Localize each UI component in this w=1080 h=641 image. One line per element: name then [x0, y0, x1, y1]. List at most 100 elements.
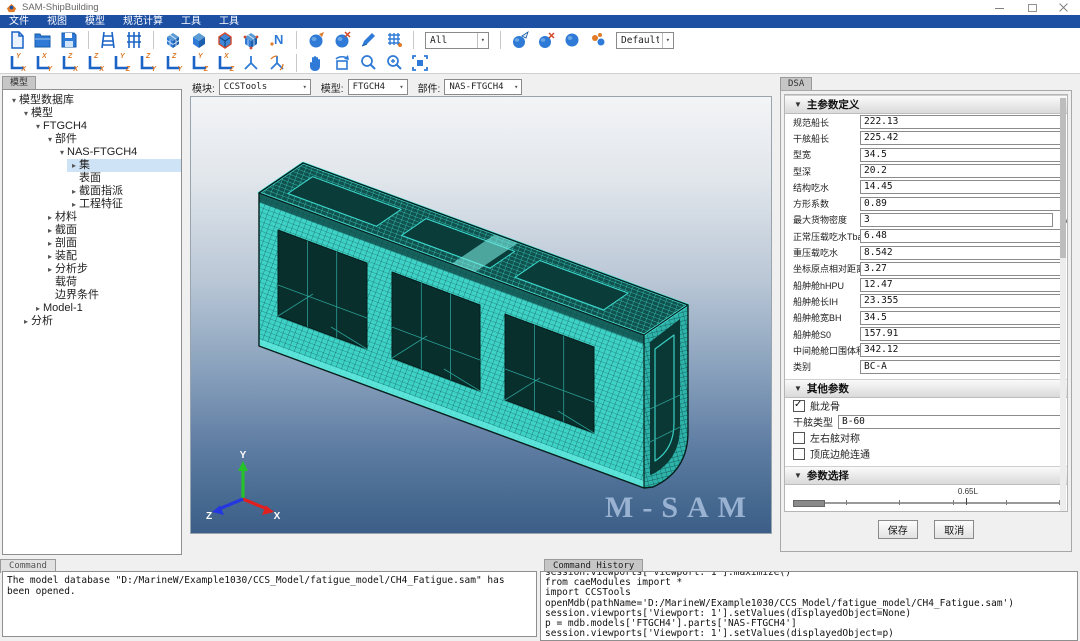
- element-filter-combo[interactable]: All▾: [425, 32, 489, 49]
- fit-view-icon[interactable]: [410, 53, 430, 73]
- section-header-main-params[interactable]: ▼ 主参数定义: [785, 95, 1067, 114]
- menu-item[interactable]: 工具: [210, 15, 248, 28]
- vertex-sphere-edit-icon[interactable]: [332, 30, 352, 50]
- minimize-button[interactable]: [984, 0, 1016, 15]
- scrollbar-thumb[interactable]: [1060, 98, 1066, 258]
- tree-item[interactable]: ▾ 模型: [3, 107, 181, 120]
- open-file-icon[interactable]: [33, 30, 53, 50]
- tree-item[interactable]: 载荷: [3, 276, 181, 289]
- mesh-cube-icon[interactable]: [163, 30, 183, 50]
- 3d-viewport[interactable]: Y X Z M-SAM: [190, 96, 772, 534]
- parameter-input[interactable]: 225.42: [860, 131, 1061, 145]
- tree-item[interactable]: ▾ 部件: [3, 133, 181, 146]
- checkbox[interactable]: [793, 432, 805, 444]
- pan-hand-icon[interactable]: [306, 53, 326, 73]
- menu-item[interactable]: 模型: [76, 15, 114, 28]
- mesh-grid-icon[interactable]: [384, 30, 404, 50]
- tree-expand-arrow[interactable]: ▸: [69, 185, 79, 198]
- parameter-input[interactable]: 342.12: [860, 343, 1061, 357]
- menu-item[interactable]: 规范计算: [114, 15, 172, 28]
- parameter-input[interactable]: 0.89: [860, 197, 1061, 211]
- menu-item[interactable]: 工具: [172, 15, 210, 28]
- parameter-input[interactable]: 6.48: [860, 229, 1061, 243]
- tree-item[interactable]: ▸ 剖面: [3, 237, 181, 250]
- zoom-in-icon[interactable]: [384, 53, 404, 73]
- message-panel[interactable]: The model database "D:/MarineW/Example10…: [2, 571, 537, 637]
- menu-item[interactable]: 视图: [38, 15, 76, 28]
- part-combo[interactable]: NAS-FTGCH4 ▾: [444, 79, 522, 95]
- tree-expand-arrow[interactable]: ▸: [45, 237, 55, 250]
- tree-expand-arrow[interactable]: ▸: [69, 198, 79, 211]
- sphere-plain-icon[interactable]: [562, 30, 582, 50]
- parameter-input[interactable]: 8.542: [860, 246, 1061, 260]
- tree-item[interactable]: ▸ 工程特征: [3, 198, 181, 211]
- parameter-input[interactable]: 3: [860, 213, 1053, 227]
- mesh-cube-marked-icon[interactable]: [241, 30, 261, 50]
- tree-expand-arrow[interactable]: ▾: [57, 146, 67, 159]
- parameter-input[interactable]: 20.2: [860, 164, 1061, 178]
- view-top-icon[interactable]: ZX: [59, 53, 79, 73]
- save-button[interactable]: 保存: [878, 520, 918, 539]
- tree-expand-arrow[interactable]: ▾: [45, 133, 55, 146]
- module-combo[interactable]: CCSTools ▾: [219, 79, 311, 95]
- checkbox[interactable]: [793, 400, 805, 412]
- parameter-input[interactable]: 23.355: [860, 294, 1061, 308]
- color-points-icon[interactable]: [588, 30, 608, 50]
- tree-item[interactable]: 表面: [3, 172, 181, 185]
- save-icon[interactable]: [59, 30, 79, 50]
- tree-item[interactable]: ▾ FTGCH4: [3, 120, 181, 133]
- tree-expand-arrow[interactable]: ▸: [45, 250, 55, 263]
- parameter-input[interactable]: 34.5: [860, 311, 1061, 325]
- tree-expand-arrow[interactable]: ▸: [45, 224, 55, 237]
- tree-item[interactable]: ▾ 模型数据库: [3, 94, 181, 107]
- tree-expand-arrow[interactable]: ▸: [45, 211, 55, 224]
- render-style-combo[interactable]: Default▾: [616, 32, 674, 49]
- edit-pencil-icon[interactable]: [358, 30, 378, 50]
- sphere-move-icon[interactable]: [510, 30, 530, 50]
- section-header-other-params[interactable]: ▼ 其他参数: [785, 379, 1067, 398]
- tree-item[interactable]: ▸ 集: [3, 159, 181, 172]
- rotate-view-icon[interactable]: [332, 53, 352, 73]
- view-front-icon[interactable]: YX: [7, 53, 27, 73]
- view-left-icon[interactable]: YZ: [111, 53, 131, 73]
- view-iso1-icon[interactable]: ZY: [163, 53, 183, 73]
- menu-item[interactable]: 文件: [0, 15, 38, 28]
- rotate-triad-icon[interactable]: [267, 53, 287, 73]
- checkbox[interactable]: [793, 448, 805, 460]
- view-iso3-icon[interactable]: XZ: [215, 53, 235, 73]
- solid-cube-icon[interactable]: [189, 30, 209, 50]
- new-file-icon[interactable]: [7, 30, 27, 50]
- parameter-slider[interactable]: [793, 502, 1059, 504]
- tree-expand-arrow[interactable]: ▾: [33, 120, 43, 133]
- tab-dsa[interactable]: DSA: [780, 77, 812, 91]
- tree-item[interactable]: ▸ 截面: [3, 224, 181, 237]
- profile-grid-icon[interactable]: [124, 30, 144, 50]
- tree-item[interactable]: 边界条件: [3, 289, 181, 302]
- command-history-panel[interactable]: session.viewports['Viewport: 1'].maximiz…: [540, 571, 1078, 641]
- maximize-button[interactable]: [1016, 0, 1048, 15]
- tab-model-tree[interactable]: 模型: [2, 76, 36, 90]
- profile-frame-icon[interactable]: [98, 30, 118, 50]
- tree-item[interactable]: ▸ 截面指派: [3, 185, 181, 198]
- parameter-input[interactable]: 222.13: [860, 115, 1061, 129]
- view-back-icon[interactable]: XY: [33, 53, 53, 73]
- tree-expand-arrow[interactable]: ▸: [21, 315, 31, 328]
- section-header-param-select[interactable]: ▼ 参数选择: [785, 466, 1067, 485]
- view-right-icon[interactable]: ZY: [137, 53, 157, 73]
- scrollbar[interactable]: [1060, 98, 1066, 512]
- parameter-input[interactable]: B-60: [838, 415, 1061, 429]
- parameter-input[interactable]: 3.27: [860, 262, 1061, 276]
- tree-item[interactable]: ▸ Model-1: [3, 302, 181, 315]
- tree-expand-arrow[interactable]: ▸: [45, 263, 55, 276]
- slider-handle[interactable]: [793, 500, 825, 507]
- vertex-sphere-icon[interactable]: [306, 30, 326, 50]
- tree-item[interactable]: ▾ NAS-FTGCH4: [3, 146, 181, 159]
- parameter-input[interactable]: 14.45: [860, 180, 1061, 194]
- model-combo[interactable]: FTGCH4 ▾: [348, 79, 408, 95]
- tree-item[interactable]: ▸ 分析步: [3, 263, 181, 276]
- tree-item[interactable]: ▸ 装配: [3, 250, 181, 263]
- tree-item[interactable]: ▸ 分析: [3, 315, 181, 328]
- tree-expand-arrow[interactable]: ▸: [69, 159, 79, 172]
- close-button[interactable]: [1048, 0, 1080, 15]
- zoom-icon[interactable]: [358, 53, 378, 73]
